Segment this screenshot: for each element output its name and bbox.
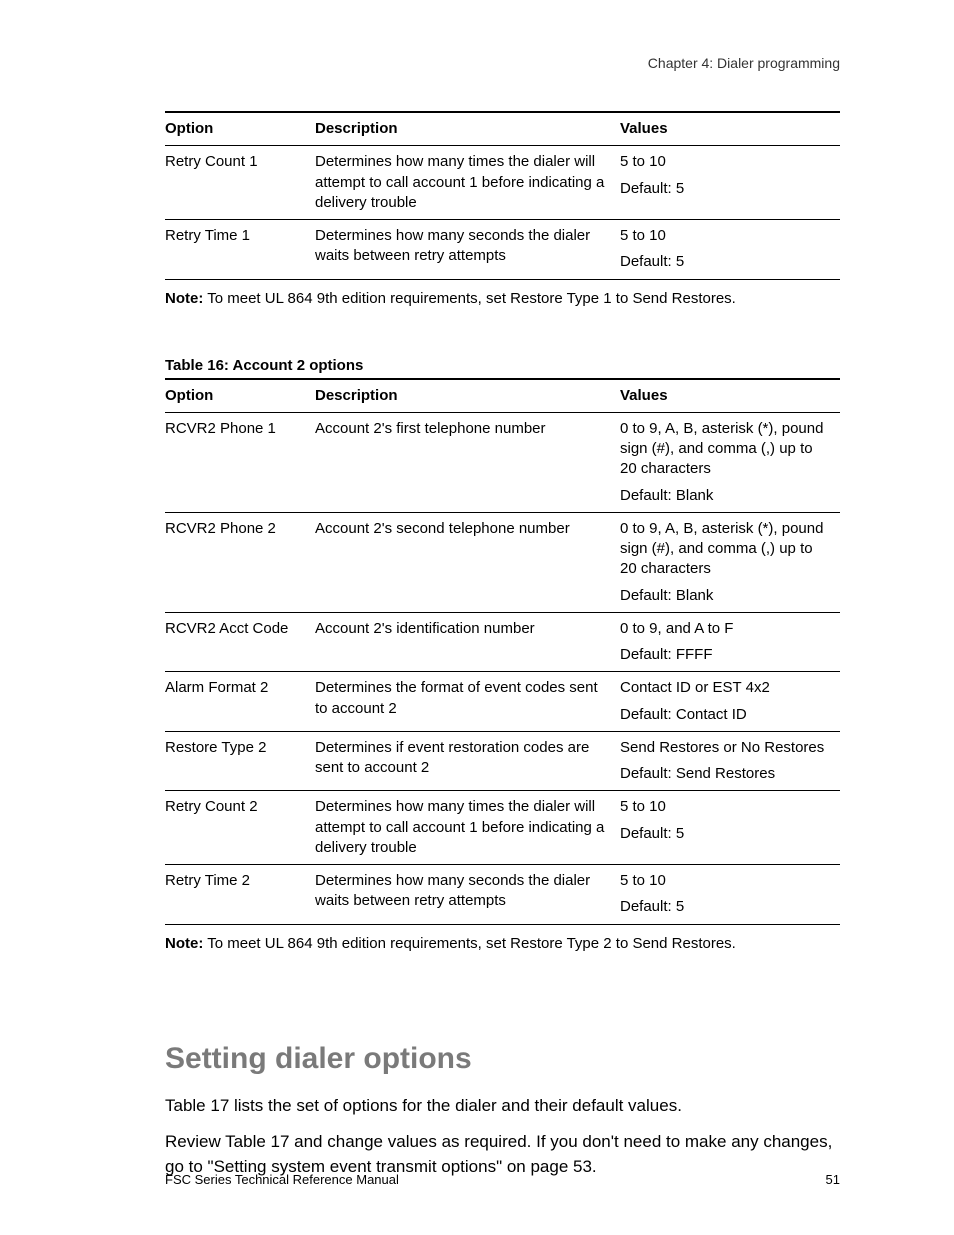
table-row: RCVR2 Phone 2 Account 2's second telepho… [165, 512, 840, 612]
value-range: Send Restores or No Restores [620, 739, 824, 756]
table-row: Retry Time 2 Determines how many seconds… [165, 865, 840, 925]
value-range: 0 to 9, A, B, asterisk (*), pound sign (… [620, 420, 823, 478]
section-heading: Setting dialer options [165, 1042, 840, 1076]
value-range: 5 to 10 [620, 153, 666, 170]
table-caption: Table 16: Account 2 options [165, 357, 840, 374]
table-row: Retry Time 1 Determines how many seconds… [165, 220, 840, 280]
cell-option: RCVR2 Acct Code [165, 612, 315, 672]
cell-description: Account 2's first telephone number [315, 412, 620, 512]
cell-description: Determines if event restoration codes ar… [315, 731, 620, 791]
cell-option: RCVR2 Phone 2 [165, 512, 315, 612]
table-account2-options: Option Description Values RCVR2 Phone 1 … [165, 378, 840, 925]
cell-description: Determines the format of event codes sen… [315, 672, 620, 732]
col-header-option: Option [165, 379, 315, 413]
cell-option: Retry Time 2 [165, 865, 315, 925]
value-range: 5 to 10 [620, 872, 666, 889]
table-row: Retry Count 1 Determines how many times … [165, 146, 840, 220]
value-default: Default: Send Restores [620, 764, 830, 784]
col-header-values: Values [620, 379, 840, 413]
note-1: Note: To meet UL 864 9th edition require… [165, 290, 840, 307]
footer-page-number: 51 [826, 1172, 840, 1187]
note-text: To meet UL 864 9th edition requirements,… [203, 290, 736, 307]
body-paragraph: Table 17 lists the set of options for th… [165, 1094, 840, 1119]
table-row: RCVR2 Phone 1 Account 2's first telephon… [165, 412, 840, 512]
value-default: Default: Contact ID [620, 705, 830, 725]
cell-option: RCVR2 Phone 1 [165, 412, 315, 512]
value-default: Default: FFFF [620, 645, 830, 665]
page-content: Chapter 4: Dialer programming Option Des… [165, 55, 840, 1191]
cell-option: Restore Type 2 [165, 731, 315, 791]
cell-values: 0 to 9, A, B, asterisk (*), pound sign (… [620, 512, 840, 612]
value-default: Default: 5 [620, 824, 830, 844]
cell-values: 5 to 10 Default: 5 [620, 220, 840, 280]
table-row: RCVR2 Acct Code Account 2's identificati… [165, 612, 840, 672]
cell-values: 0 to 9, A, B, asterisk (*), pound sign (… [620, 412, 840, 512]
cell-values: Send Restores or No Restores Default: Se… [620, 731, 840, 791]
note-text: To meet UL 864 9th edition requirements,… [203, 935, 736, 952]
cell-values: 0 to 9, and A to F Default: FFFF [620, 612, 840, 672]
value-default: Default: Blank [620, 586, 830, 606]
cell-option: Alarm Format 2 [165, 672, 315, 732]
cell-description: Account 2's identification number [315, 612, 620, 672]
cell-option: Retry Time 1 [165, 220, 315, 280]
value-default: Default: 5 [620, 252, 830, 272]
note-label: Note: [165, 935, 203, 952]
table-account1-options: Option Description Values Retry Count 1 … [165, 111, 840, 280]
value-default: Default: 5 [620, 179, 830, 199]
cell-values: Contact ID or EST 4x2 Default: Contact I… [620, 672, 840, 732]
value-range: Contact ID or EST 4x2 [620, 679, 770, 696]
col-header-option: Option [165, 112, 315, 146]
value-range: 5 to 10 [620, 798, 666, 815]
col-header-description: Description [315, 112, 620, 146]
value-range: 0 to 9, A, B, asterisk (*), pound sign (… [620, 520, 823, 578]
cell-description: Account 2's second telephone number [315, 512, 620, 612]
cell-option: Retry Count 2 [165, 791, 315, 865]
cell-values: 5 to 10 Default: 5 [620, 146, 840, 220]
table-row: Restore Type 2 Determines if event resto… [165, 731, 840, 791]
cell-description: Determines how many seconds the dialer w… [315, 865, 620, 925]
note-2: Note: To meet UL 864 9th edition require… [165, 935, 840, 952]
value-range: 0 to 9, and A to F [620, 620, 733, 637]
value-range: 5 to 10 [620, 227, 666, 244]
value-default: Default: 5 [620, 897, 830, 917]
cell-option: Retry Count 1 [165, 146, 315, 220]
cell-values: 5 to 10 Default: 5 [620, 865, 840, 925]
footer-manual-title: FSC Series Technical Reference Manual [165, 1172, 399, 1187]
cell-description: Determines how many seconds the dialer w… [315, 220, 620, 280]
note-label: Note: [165, 290, 203, 307]
table-row: Retry Count 2 Determines how many times … [165, 791, 840, 865]
cell-values: 5 to 10 Default: 5 [620, 791, 840, 865]
col-header-values: Values [620, 112, 840, 146]
value-default: Default: Blank [620, 486, 830, 506]
cell-description: Determines how many times the dialer wil… [315, 791, 620, 865]
table-row: Alarm Format 2 Determines the format of … [165, 672, 840, 732]
col-header-description: Description [315, 379, 620, 413]
chapter-header: Chapter 4: Dialer programming [165, 55, 840, 71]
page-footer: FSC Series Technical Reference Manual 51 [165, 1172, 840, 1187]
cell-description: Determines how many times the dialer wil… [315, 146, 620, 220]
